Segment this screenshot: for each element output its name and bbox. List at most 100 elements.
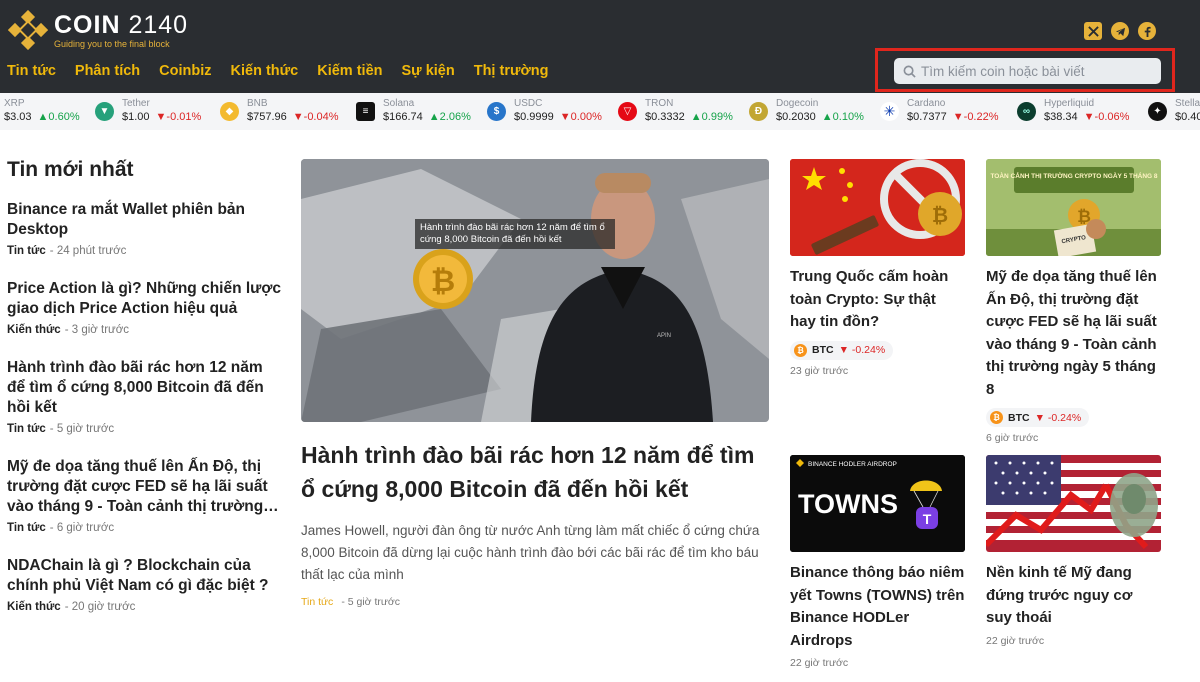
news-headline[interactable]: Price Action là gì? Những chiến lược gia… — [7, 279, 282, 319]
news-category[interactable]: Tin tức — [7, 522, 46, 534]
featured-article[interactable]: APIN ₿ Hành trình đào bãi rác hơn 12 năm… — [301, 159, 769, 608]
news-category[interactable]: Tin tức — [7, 245, 46, 257]
down-arrow-icon: ▼ — [292, 111, 304, 123]
ticker-name: BNB — [247, 98, 268, 109]
nav-item-thi-truong[interactable]: Thị trường — [474, 63, 549, 79]
article-card-china[interactable]: ₿ Trung Quốc cấm hoàn toàn Crypto: Sự th… — [790, 159, 965, 377]
x-icon[interactable] — [1084, 22, 1102, 40]
list-item[interactable]: NDAChain là gì ? Blockchain của chính ph… — [7, 556, 282, 613]
ticker-change: ▲0.99% — [690, 111, 733, 123]
news-time: - 6 giờ trước — [49, 522, 115, 534]
news-headline[interactable]: Mỹ đe dọa tăng thuế lên Ấn Độ, thị trườn… — [7, 457, 282, 517]
site-logo[interactable]: COIN 2140 Guiding you to the final block — [7, 9, 189, 51]
ticker-item[interactable]: ≡ Solana $166.74 ▲2.06% — [356, 93, 471, 130]
telegram-icon[interactable] — [1111, 22, 1129, 40]
featured-image[interactable]: APIN ₿ Hành trình đào bãi rác hơn 12 năm… — [301, 159, 769, 422]
market-image-text: TOÀN CẢNH THỊ TRƯỜNG CRYPTO NGÀY 5 THÁNG… — [990, 171, 1157, 180]
svg-text:₿: ₿ — [932, 205, 948, 227]
list-item[interactable]: Mỹ đe dọa tăng thuế lên Ấn Độ, thị trườn… — [7, 457, 282, 534]
towns-image-text: TOWNS — [798, 489, 898, 519]
ticker-item[interactable]: ◆ BNB $757.96 ▼-0.04% — [220, 93, 339, 130]
up-arrow-icon: ▲ — [821, 111, 833, 123]
nav-item-phan-tich[interactable]: Phân tích — [75, 63, 140, 79]
list-item[interactable]: Binance ra mắt Wallet phiên bản Desktop … — [7, 200, 282, 257]
facebook-icon[interactable] — [1138, 22, 1156, 40]
news-category[interactable]: Tin tức — [7, 423, 46, 435]
featured-category[interactable]: Tin tức — [301, 596, 333, 608]
card-image[interactable]: ₿ — [790, 159, 965, 256]
news-headline[interactable]: Binance ra mắt Wallet phiên bản Desktop — [7, 200, 282, 240]
ticker-name: Solana — [383, 98, 415, 109]
card-image[interactable] — [986, 455, 1161, 552]
card-title[interactable]: Binance thông báo niêm yết Towns (TOWNS)… — [790, 562, 965, 652]
badge-change: ▼ -0.24% — [838, 344, 886, 356]
ticker-price: $0.2030 — [776, 111, 816, 123]
down-arrow-icon: ▼ — [1083, 111, 1095, 123]
badge-change: ▼ -0.24% — [1034, 411, 1082, 424]
news-category[interactable]: Kiến thức — [7, 324, 61, 336]
ticker-item[interactable]: ▽ TRON $0.3332 ▲0.99% — [618, 93, 733, 130]
ticker-item[interactable]: ∞ Hyperliquid $38.34 ▼-0.06% — [1017, 93, 1129, 130]
up-arrow-icon: ▲ — [37, 111, 49, 123]
article-card-towns[interactable]: BINANCE HODLER AIRDROP TOWNS T Binance t… — [790, 455, 965, 669]
nav-item-tin-tuc[interactable]: Tin tức — [7, 63, 56, 79]
site-header: COIN 2140 Guiding you to the final block… — [0, 0, 1200, 93]
nav-item-kiem-tien[interactable]: Kiếm tiền — [317, 63, 382, 79]
coin-badge[interactable]: ₿ BTC ▼ -0.24% — [986, 408, 1090, 427]
logo-tagline: Guiding you to the final block — [54, 38, 170, 49]
ticker-change: ▼-0.22% — [952, 111, 999, 123]
news-category[interactable]: Kiến thức — [7, 601, 61, 613]
news-headline[interactable]: NDAChain là gì ? Blockchain của chính ph… — [7, 556, 282, 596]
featured-title[interactable]: Hành trình đào bãi rác hơn 12 năm để tìm… — [301, 438, 769, 506]
ticker-name: TRON — [645, 98, 674, 109]
jacket-label: APIN — [657, 333, 671, 339]
ticker-price: $166.74 — [383, 111, 423, 123]
ticker-change: ▼-0.04% — [292, 111, 339, 123]
ticker-price: $0.9999 — [514, 111, 554, 123]
ticker-item[interactable]: ✦ Stella $0.40 — [1148, 93, 1200, 130]
coin-badge[interactable]: ₿ BTC ▼ -0.24% — [790, 340, 894, 360]
search-box[interactable] — [894, 58, 1161, 84]
card-title[interactable]: Mỹ đe dọa tăng thuế lên Ấn Độ, thị trườn… — [986, 266, 1161, 401]
featured-time: - 5 giờ trước — [341, 596, 401, 608]
social-links — [1084, 22, 1156, 40]
ticker-price: $0.40 — [1175, 111, 1200, 123]
ticker-item[interactable]: XRP $3.03 ▲0.60% — [4, 93, 80, 130]
down-arrow-icon: ▼ — [559, 111, 571, 123]
article-card-us-economy[interactable]: Nền kinh tế Mỹ đang đứng trước nguy cơ s… — [986, 455, 1161, 647]
card-image[interactable]: TOÀN CẢNH THỊ TRƯỜNG CRYPTO NGÀY 5 THÁNG… — [986, 159, 1161, 256]
up-arrow-icon: ▲ — [690, 111, 702, 123]
logo-name: COIN 2140 — [54, 10, 189, 39]
down-arrow-icon: ▼ — [155, 111, 167, 123]
ticker-change: ▲0.60% — [37, 111, 80, 123]
nav-item-coinbiz[interactable]: Coinbiz — [159, 63, 211, 79]
ticker-change: ▲0.10% — [821, 111, 864, 123]
dogecoin-icon: Ð — [749, 102, 768, 121]
news-time: - 20 giờ trước — [64, 601, 136, 613]
ticker-price: $38.34 — [1044, 111, 1078, 123]
ticker-name: Hyperliquid — [1044, 98, 1095, 109]
card-title[interactable]: Trung Quốc cấm hoàn toàn Crypto: Sự thật… — [790, 266, 965, 334]
ticker-name: Dogecoin — [776, 98, 819, 109]
nav-item-kien-thuc[interactable]: Kiến thức — [231, 63, 299, 79]
ticker-item[interactable]: ✳ Cardano $0.7377 ▼-0.22% — [880, 93, 999, 130]
card-time: 22 giờ trước — [986, 634, 1045, 647]
search-input[interactable] — [921, 63, 1151, 79]
article-card-market[interactable]: TOÀN CẢNH THỊ TRƯỜNG CRYPTO NGÀY 5 THÁNG… — [986, 159, 1161, 444]
badge-symbol: BTC — [812, 344, 834, 356]
nav-item-su-kien[interactable]: Sự kiện — [402, 63, 455, 79]
price-ticker: XRP $3.03 ▲0.60% ▼ Tether $1.00 ▼-0.01% ◆ … — [0, 93, 1200, 130]
ticker-price: $3.03 — [4, 111, 32, 123]
ticker-name: XRP — [4, 98, 25, 109]
card-image[interactable]: BINANCE HODLER AIRDROP TOWNS T — [790, 455, 965, 552]
ticker-item[interactable]: Ð Dogecoin $0.2030 ▲0.10% — [749, 93, 864, 130]
ticker-item[interactable]: $ USDC $0.9999 ▼0.00% — [487, 93, 602, 130]
list-item[interactable]: Hành trình đào bãi rác hơn 12 năm để tìm… — [7, 358, 282, 435]
card-title[interactable]: Nền kinh tế Mỹ đang đứng trước nguy cơ s… — [986, 562, 1161, 630]
ticker-price: $0.7377 — [907, 111, 947, 123]
search-icon — [903, 65, 916, 78]
news-headline[interactable]: Hành trình đào bãi rác hơn 12 năm để tìm… — [7, 358, 282, 418]
ticker-item[interactable]: ▼ Tether $1.00 ▼-0.01% — [95, 93, 201, 130]
solana-icon: ≡ — [356, 102, 375, 121]
list-item[interactable]: Price Action là gì? Những chiến lược gia… — [7, 279, 282, 336]
